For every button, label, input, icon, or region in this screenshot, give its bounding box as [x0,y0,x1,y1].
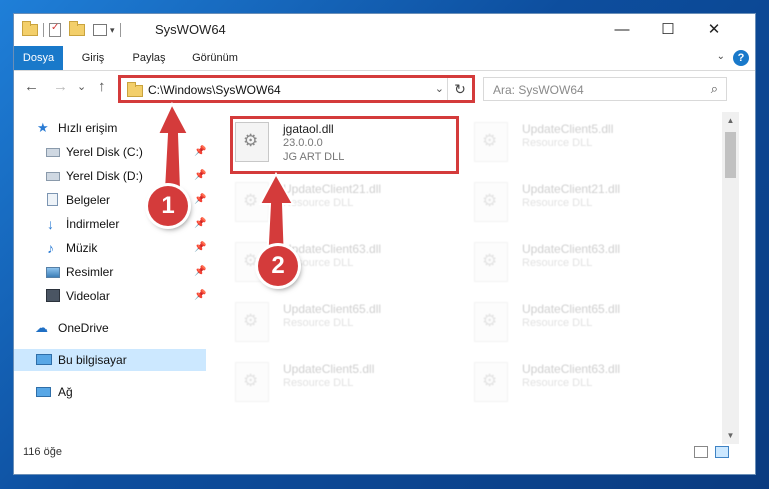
step-2-badge: 2 [258,246,298,286]
step-1-badge: 1 [148,186,188,226]
arrow-to-address-icon [156,101,190,191]
callout-arrows [156,101,295,263]
